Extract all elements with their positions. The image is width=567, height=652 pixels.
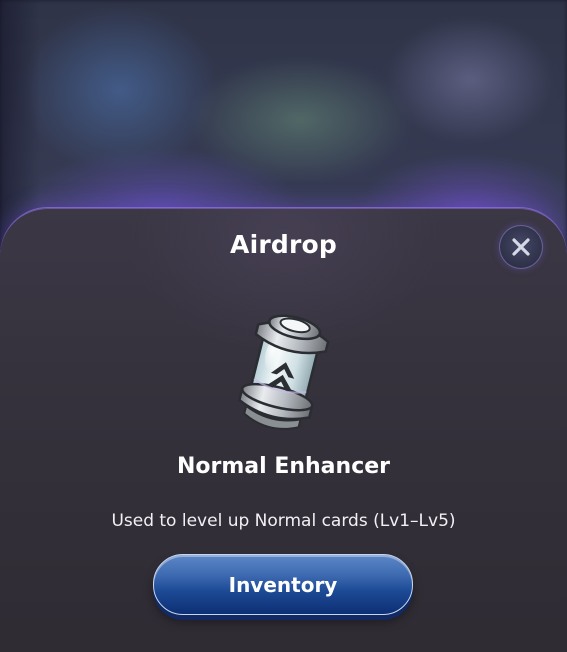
inventory-button[interactable]: Inventory [153,554,413,615]
item-name: Normal Enhancer [176,454,391,479]
close-icon [512,238,530,256]
item-description: Used to level up Normal cards (Lv1–Lv5) [111,511,456,531]
normal-enhancer-icon [237,314,330,430]
airdrop-screen: Airdrop Normal Enhancer Used to level up… [0,0,567,652]
inventory-button-label: Inventory [228,572,338,597]
close-button[interactable] [499,225,543,269]
dialog-title: Airdrop [230,230,337,259]
